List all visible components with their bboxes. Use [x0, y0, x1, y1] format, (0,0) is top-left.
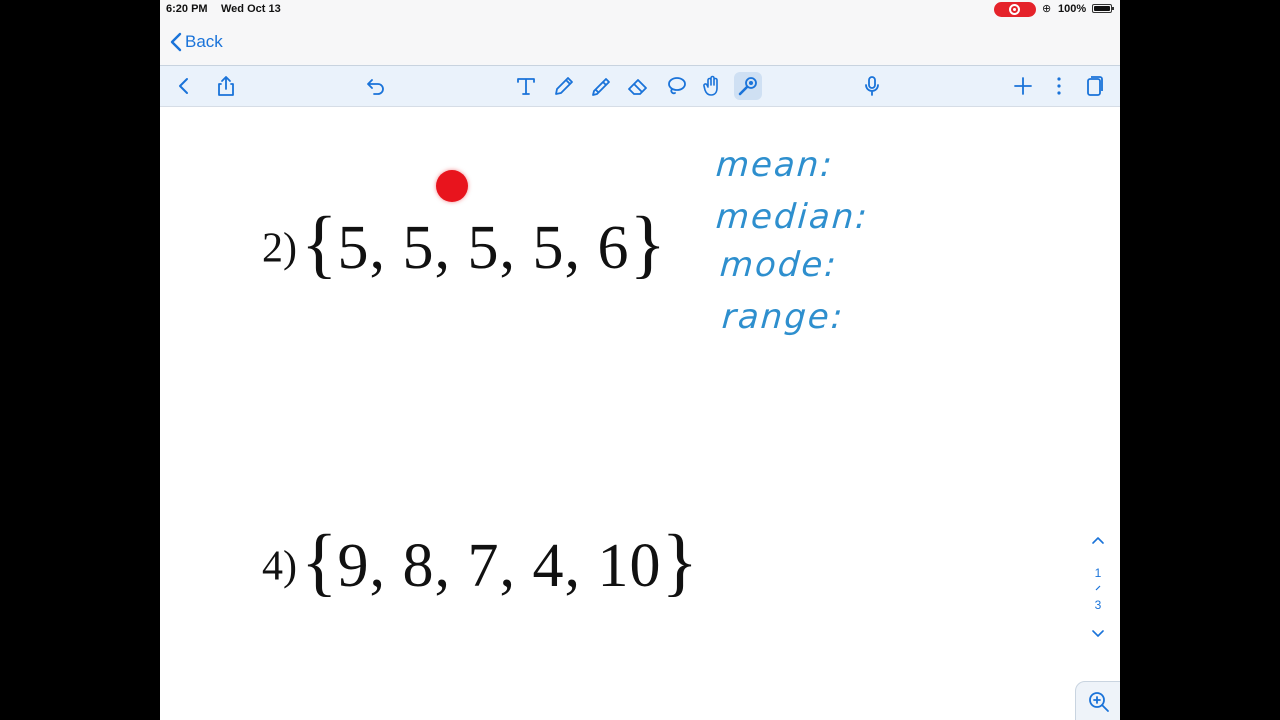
plus-icon: [1014, 77, 1032, 95]
chevron-down-icon: [1092, 630, 1104, 637]
more-button[interactable]: [1045, 72, 1073, 100]
handwritten-median: median:: [714, 197, 871, 237]
chevron-left-icon: [170, 32, 182, 52]
text-tool-icon: [517, 78, 535, 95]
back-button[interactable]: Back: [170, 29, 223, 55]
share-button[interactable]: [212, 72, 240, 100]
navigation-bar: Back: [160, 18, 1120, 65]
lasso-tool-button[interactable]: [662, 72, 690, 100]
share-icon: [218, 76, 234, 96]
eraser-icon: [628, 79, 647, 95]
chevron-up-icon: [1092, 537, 1104, 544]
zoom-in-icon: [1089, 692, 1109, 712]
text-tool-button[interactable]: [512, 72, 540, 100]
highlighter-tool-button[interactable]: [588, 72, 616, 100]
previous-page-button[interactable]: [1084, 535, 1112, 553]
battery-icon: [1092, 4, 1114, 13]
problem-number: 2): [262, 225, 297, 272]
microphone-button[interactable]: [858, 72, 886, 100]
handwritten-range: range:: [720, 297, 846, 337]
ipad-screen: 6:20 PM Wed Oct 13 ⊕ 100% Back 2) {5, 5,…: [160, 0, 1120, 720]
pen-icon: [555, 77, 573, 95]
record-icon: [1009, 4, 1020, 15]
collapse-button[interactable]: [170, 72, 198, 100]
lasso-icon: [668, 77, 686, 95]
hand-tool-icon: [703, 75, 718, 96]
pages-icon: [1087, 76, 1103, 96]
hand-tool-button[interactable]: [698, 72, 726, 100]
problem-set: 5, 5, 5, 5, 6: [337, 214, 630, 282]
document-canvas[interactable]: 2) {5, 5, 5, 5, 6} mean: median: mode: r…: [160, 107, 1120, 720]
screen-recording-indicator[interactable]: [994, 2, 1036, 17]
zoom-button[interactable]: [1075, 681, 1120, 720]
back-label: Back: [185, 32, 223, 51]
laser-pointer-button[interactable]: [734, 72, 762, 100]
problem-set: 9, 8, 7, 4, 10: [337, 532, 662, 600]
more-icon: [1057, 77, 1061, 95]
pages-button[interactable]: [1080, 72, 1108, 100]
problem-4: 4) {9, 8, 7, 4, 10}: [262, 520, 698, 610]
eraser-tool-button[interactable]: [624, 72, 652, 100]
undo-icon: [367, 79, 384, 95]
pen-tool-button[interactable]: [550, 72, 578, 100]
total-pages: 3: [1094, 598, 1102, 612]
microphone-icon: [865, 76, 879, 96]
handwritten-mode: mode:: [718, 245, 840, 285]
laser-pointer-dot: [436, 170, 468, 202]
open-brace: {: [301, 520, 338, 604]
status-date: Wed Oct 13: [221, 3, 281, 15]
laser-pointer-icon: [738, 77, 757, 96]
highlighter-icon: [592, 78, 610, 96]
status-time: 6:20 PM: [166, 3, 208, 15]
next-page-button[interactable]: [1084, 629, 1112, 647]
status-bar: 6:20 PM Wed Oct 13 ⊕ 100%: [160, 0, 1120, 18]
open-brace: {: [301, 202, 338, 286]
page-divider: [1095, 585, 1101, 591]
annotation-toolbar: [160, 65, 1120, 107]
orientation-lock-icon: ⊕: [1042, 3, 1052, 15]
chevron-left-icon: [179, 78, 188, 94]
close-brace: }: [661, 520, 698, 604]
add-page-button[interactable]: [1009, 72, 1037, 100]
current-page: 1: [1094, 566, 1102, 580]
handwritten-mean: mean:: [714, 145, 836, 185]
close-brace: }: [629, 202, 666, 286]
undo-button[interactable]: [362, 72, 390, 100]
problem-number: 4): [262, 543, 297, 590]
battery-percent: 100%: [1058, 3, 1087, 15]
problem-2: 2) {5, 5, 5, 5, 6}: [262, 202, 666, 292]
